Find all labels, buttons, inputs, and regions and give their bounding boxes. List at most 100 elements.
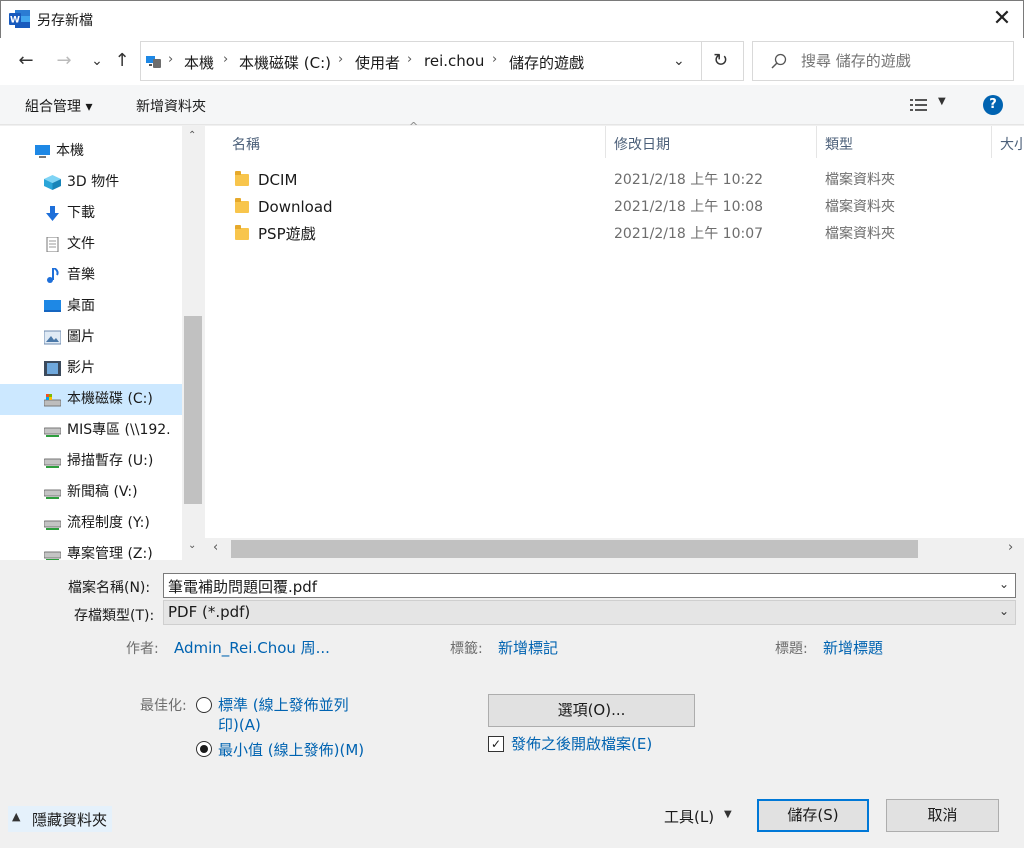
tags-field[interactable]: 新增標記 — [498, 637, 558, 658]
scrollbar-thumb[interactable] — [184, 316, 202, 504]
radio-minimum[interactable] — [196, 741, 212, 757]
forward-button[interactable]: → — [51, 48, 77, 74]
chevron-down-icon[interactable]: ⌄ — [999, 577, 1009, 591]
scroll-left-icon[interactable]: ‹ — [213, 540, 218, 555]
open-after-publish-checkbox[interactable]: ✓ — [488, 736, 504, 752]
column-header-type[interactable]: 類型 — [825, 134, 853, 154]
table-row[interactable]: PSP遊戲 2021/2/18 上午 10:07 檔案資料夾 — [205, 221, 1005, 248]
open-after-publish-label[interactable]: 發佈之後開啟檔案(E) — [511, 733, 652, 754]
breadcrumb-separator-icon[interactable]: › — [338, 52, 343, 67]
filetype-select[interactable]: PDF (*.pdf) ⌄ — [163, 600, 1016, 625]
title-field[interactable]: 新增標題 — [823, 637, 883, 658]
refresh-icon[interactable]: ↻ — [713, 50, 728, 71]
divider — [701, 42, 702, 80]
organize-menu[interactable]: 組合管理 ▾ — [25, 96, 92, 116]
sidebar-item-pictures[interactable]: 圖片 — [0, 322, 182, 353]
column-divider[interactable] — [816, 126, 817, 158]
address-dropdown-icon[interactable]: ⌄ — [673, 53, 685, 69]
sidebar-item-downloads[interactable]: 下載 — [0, 198, 182, 229]
column-header-date[interactable]: 修改日期 — [614, 134, 670, 154]
breadcrumb-this-pc[interactable]: 本機 — [184, 52, 214, 73]
command-toolbar: 組合管理 ▾ 新增資料夾 ▼ ? — [0, 85, 1024, 125]
view-dropdown-icon[interactable]: ▼ — [938, 96, 946, 107]
column-header-name[interactable]: 名稱 — [232, 134, 260, 154]
breadcrumb-separator-icon[interactable]: › — [223, 52, 228, 67]
sidebar-item-documents[interactable]: 文件 — [0, 229, 182, 260]
scroll-right-icon[interactable]: › — [1008, 540, 1013, 555]
sidebar-item-scan-temp[interactable]: 掃描暫存 (U:) — [0, 446, 182, 477]
sidebar-item-label: 本機磁碟 (C:) — [67, 391, 153, 407]
recent-locations-button[interactable]: ⌄ — [84, 48, 110, 74]
radio-standard[interactable] — [196, 697, 212, 713]
network-drive-icon — [44, 551, 61, 560]
file-list[interactable]: ^ 名稱 修改日期 類型 大小 DCIM 2021/2/18 上午 10:22 … — [205, 120, 1024, 560]
table-row[interactable]: Download 2021/2/18 上午 10:08 檔案資料夾 — [205, 194, 1005, 221]
file-name: PSP遊戲 — [258, 225, 316, 243]
drive-icon — [44, 394, 61, 407]
breadcrumb-saved-games[interactable]: 儲存的遊戲 — [509, 52, 584, 73]
up-button[interactable]: ↑ — [109, 48, 135, 74]
breadcrumb-user-folder[interactable]: rei.chou — [424, 52, 484, 70]
scroll-down-icon[interactable]: ⌄ — [188, 540, 196, 551]
document-icon — [46, 237, 59, 252]
address-bar[interactable]: › 本機 › 本機磁碟 (C:) › 使用者 › rei.chou › 儲存的遊… — [140, 41, 744, 81]
tools-dropdown-icon[interactable]: ▼ — [724, 809, 732, 820]
sidebar-item-press-release[interactable]: 新聞稿 (V:) — [0, 477, 182, 508]
breadcrumb-separator-icon[interactable]: › — [168, 52, 173, 67]
sidebar-item-label: 音樂 — [67, 267, 95, 283]
author-field[interactable]: Admin_Rei.Chou 周... — [174, 637, 330, 658]
tools-menu[interactable]: 工具(L) — [664, 806, 714, 827]
close-icon[interactable]: ✕ — [987, 5, 1017, 35]
videos-icon — [44, 361, 61, 376]
back-button[interactable]: ← — [13, 48, 39, 74]
cancel-button[interactable]: 取消 — [886, 799, 999, 832]
scroll-up-icon[interactable]: ⌃ — [188, 130, 196, 141]
new-folder-button[interactable]: 新增資料夾 — [136, 96, 206, 116]
sidebar-item-mis-share[interactable]: MIS專區 (\\192. — [0, 415, 182, 446]
options-button[interactable]: 選項(O)... — [488, 694, 695, 727]
column-divider[interactable] — [991, 126, 992, 158]
sidebar-item-project-mgmt[interactable]: 專案管理 (Z:) — [0, 539, 182, 560]
optimize-label: 最佳化: — [140, 698, 187, 714]
file-date: 2021/2/18 上午 10:07 — [614, 226, 764, 242]
sidebar-item-label: 專案管理 (Z:) — [67, 546, 153, 560]
sidebar-item-label: 新聞稿 (V:) — [67, 484, 138, 500]
column-header-size[interactable]: 大小 — [1000, 134, 1024, 154]
column-divider[interactable] — [605, 126, 606, 158]
file-type: 檔案資料夾 — [825, 226, 895, 242]
sidebar-item-3d-objects[interactable]: 3D 物件 — [0, 167, 182, 198]
chevron-down-icon[interactable]: ⌄ — [999, 604, 1009, 618]
network-drive-icon — [44, 427, 61, 437]
horizontal-scrollbar[interactable]: ‹ › — [205, 538, 1024, 560]
radio-minimum-label[interactable]: 最小值 (線上發佈)(M) — [218, 739, 364, 760]
filename-input[interactable]: 筆電補助問題回覆.pdf — [168, 578, 317, 596]
scrollbar-thumb[interactable] — [231, 540, 918, 558]
svg-text:W: W — [10, 16, 20, 26]
help-icon[interactable]: ? — [983, 95, 1003, 115]
filename-combobox[interactable]: 筆電補助問題回覆.pdf ⌄ — [163, 573, 1016, 598]
sidebar-item-this-pc[interactable]: 本機 — [0, 136, 182, 167]
save-button[interactable]: 儲存(S) — [757, 799, 869, 832]
title-bar: W 另存新檔 ✕ — [0, 0, 1024, 38]
search-box[interactable] — [752, 41, 1014, 81]
sidebar-item-music[interactable]: 音樂 — [0, 260, 182, 291]
sidebar-item-videos[interactable]: 影片 — [0, 353, 182, 384]
file-name: DCIM — [258, 171, 298, 189]
author-label: 作者: — [126, 641, 159, 657]
sidebar-item-process-rules[interactable]: 流程制度 (Y:) — [0, 508, 182, 539]
hide-folders-button[interactable]: ▲ 隱藏資料夾 — [8, 806, 112, 832]
breadcrumb-users[interactable]: 使用者 — [355, 52, 400, 73]
breadcrumb-c-drive[interactable]: 本機磁碟 (C:) — [239, 52, 331, 73]
navigation-pane: 本機 3D 物件 下載 文件 音樂 桌面 圖片 影片 本機磁碟 (C:) MIS… — [0, 126, 204, 560]
sidebar-item-c-drive[interactable]: 本機磁碟 (C:) — [0, 384, 182, 415]
view-options-icon[interactable] — [910, 98, 928, 112]
search-input[interactable] — [801, 50, 1006, 72]
radio-standard-label-line1[interactable]: 標準 (線上發佈並列 — [218, 694, 349, 715]
sidebar-item-desktop[interactable]: 桌面 — [0, 291, 182, 322]
folder-icon — [235, 171, 249, 186]
table-row[interactable]: DCIM 2021/2/18 上午 10:22 檔案資料夾 — [205, 167, 1005, 194]
radio-standard-label-line2[interactable]: 印)(A) — [218, 714, 261, 735]
navigation-scrollbar[interactable]: ⌃ ⌄ — [182, 126, 204, 560]
breadcrumb-separator-icon[interactable]: › — [407, 52, 412, 67]
breadcrumb-separator-icon[interactable]: › — [492, 52, 497, 67]
